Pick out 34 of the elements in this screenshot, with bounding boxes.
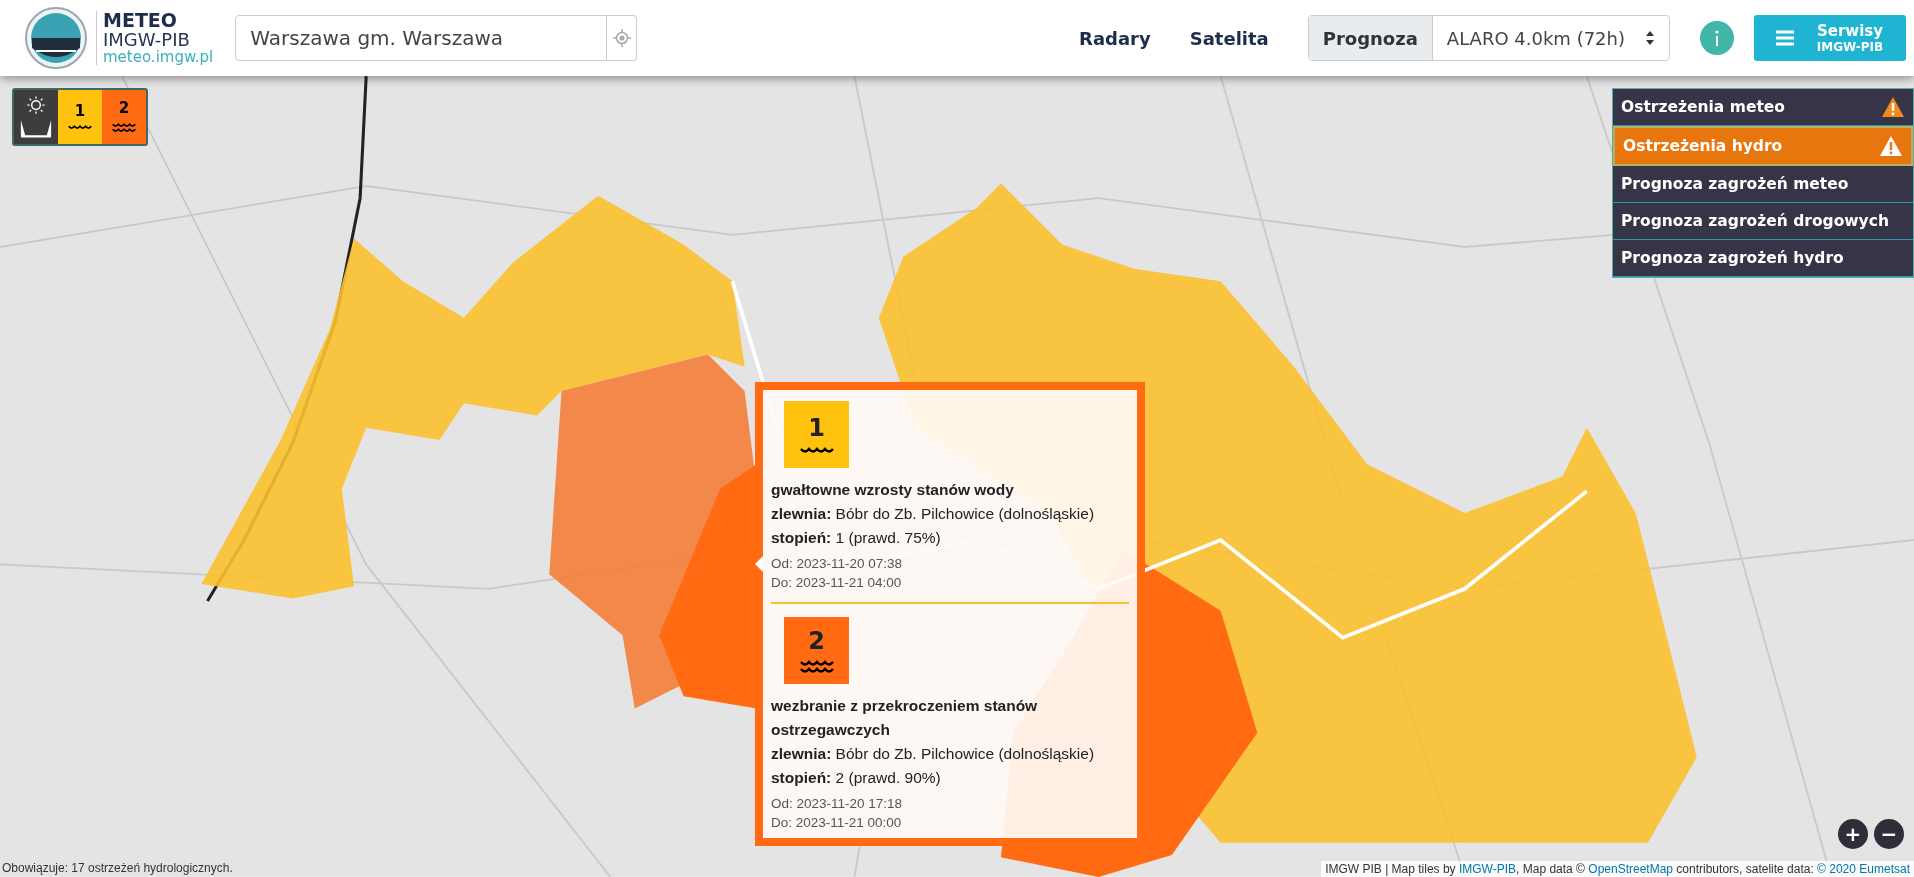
imgw-logo-icon[interactable]	[24, 6, 88, 70]
attribution-text: , Map data ©	[1516, 862, 1586, 876]
legend-level[interactable]: 2	[102, 90, 146, 144]
warnings-menu-item[interactable]: Prognoza zagrożeń drogowych	[1613, 203, 1913, 240]
warning-title: gwałtowne wzrosty stanów wody	[771, 480, 1015, 500]
warning-icon	[1881, 96, 1905, 118]
valid-from-text: Od: 2023-11-20 07:38	[771, 555, 904, 573]
degree-text: stopień: 1 (prawd. 75%)	[771, 528, 942, 548]
attribution-link[interactable]: © 2020 Eumetsat	[1817, 862, 1910, 876]
nav-link[interactable]: Radary	[1079, 27, 1151, 49]
water-waves-icon	[799, 445, 834, 455]
nav-link[interactable]: Satelita	[1189, 27, 1269, 49]
legend-level[interactable]: 1	[58, 90, 102, 144]
degree-text: stopień: 2 (prawd. 90%)	[771, 768, 942, 788]
locate-icon	[612, 29, 631, 47]
warning-level-icon: 2	[784, 617, 849, 684]
warnings-menu-item[interactable]: Prognoza zagrożeń meteo	[1613, 166, 1913, 203]
valid-to-text: Do: 2023-11-21 00:00	[771, 814, 903, 832]
search-field[interactable]: Warszawa gm. Warszawa	[235, 15, 608, 61]
menu-icon	[1776, 30, 1794, 46]
logo-title: METEO	[103, 10, 178, 31]
valid-to-text: Do: 2023-11-21 04:00	[771, 574, 903, 592]
attribution-text: IMGW PIB | Map tiles by	[1325, 862, 1457, 876]
water-waves-icon	[68, 122, 92, 132]
catchment-text: zlewnia: Bóbr do Zb. Pilchowice (dolnośląskie)	[771, 744, 1096, 764]
logo-subtitle: IMGW-PIB	[103, 30, 191, 50]
valid-from-text: Od: 2023-11-20 17:18	[771, 795, 904, 813]
catchment-text: zlewnia: Bóbr do Zb. Pilchowice (dolnośląskie)	[771, 504, 1096, 524]
warning-level-icon: 1	[784, 401, 849, 468]
status-text: Obowiązuje: 17 ostrzeżeń hydrologicznych.	[2, 861, 233, 875]
attribution-text: contributors, satelite data:	[1675, 862, 1815, 876]
warning-icon	[1879, 135, 1903, 157]
attribution-link[interactable]: OpenStreetMap	[1588, 862, 1673, 876]
warnings-menu-item[interactable]: Prognoza zagrożeń hydro	[1613, 240, 1913, 277]
